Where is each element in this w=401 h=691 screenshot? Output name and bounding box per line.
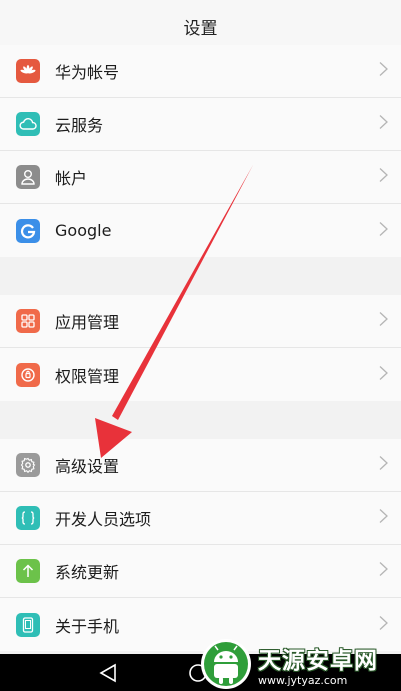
settings-item-app-management[interactable]: 应用管理 <box>0 295 401 348</box>
chevron-right-icon <box>379 221 388 240</box>
watermark-title: 天源安卓网 <box>258 647 378 674</box>
cloud-icon <box>16 112 40 136</box>
page-title: 设置 <box>183 18 218 39</box>
braces-icon <box>16 506 40 530</box>
phone-icon <box>16 612 40 637</box>
chevron-right-icon <box>379 615 388 634</box>
chevron-right-icon <box>379 562 388 581</box>
settings-item-label: 权限管理 <box>55 366 120 386</box>
settings-item-accounts[interactable]: 帐户 <box>0 151 401 204</box>
back-button[interactable] <box>98 663 118 687</box>
settings-item-label: 应用管理 <box>55 313 120 332</box>
settings-item-label: 开发人员选项 <box>55 510 152 529</box>
chevron-right-icon <box>379 456 388 475</box>
permission-icon <box>16 362 40 387</box>
app-management-group: 应用管理 权限管理 <box>0 295 401 401</box>
settings-item-label: 关于手机 <box>55 616 120 636</box>
settings-item-cloud-service[interactable]: 云服务 <box>0 98 401 151</box>
settings-item-google[interactable]: Google <box>0 204 401 257</box>
settings-item-label: 云服务 <box>55 116 104 135</box>
chevron-right-icon <box>379 509 388 528</box>
chevron-right-icon <box>379 115 388 134</box>
huawei-icon <box>16 59 40 83</box>
settings-item-huawei-account[interactable]: 华为帐号 <box>0 45 401 98</box>
settings-item-advanced-settings[interactable]: 高级设置 <box>0 439 401 492</box>
google-icon <box>16 218 40 243</box>
account-settings-group: 华为帐号 云服务 帐户 Google <box>0 45 401 257</box>
apps-grid-icon <box>16 309 40 333</box>
chevron-right-icon <box>379 168 388 187</box>
watermark: 天源安卓网 www.jytyaz.com <box>200 636 401 691</box>
settings-item-label: 高级设置 <box>55 457 120 476</box>
android-robot-logo <box>201 638 251 689</box>
update-arrow-icon <box>16 559 40 583</box>
user-icon <box>16 165 40 189</box>
back-triangle-icon <box>99 663 116 683</box>
settings-item-label: Google <box>55 221 112 240</box>
chevron-right-icon <box>379 62 388 81</box>
settings-item-label: 帐户 <box>55 169 88 188</box>
system-settings-group: 高级设置 开发人员选项 系统更新 关于手机 <box>0 439 401 651</box>
settings-item-permission-management[interactable]: 权限管理 <box>0 348 401 401</box>
chevron-right-icon <box>379 312 388 331</box>
settings-item-label: 系统更新 <box>55 563 120 582</box>
settings-item-system-update[interactable]: 系统更新 <box>0 545 401 598</box>
settings-item-label: 华为帐号 <box>55 63 120 82</box>
watermark-url: www.jytyaz.com <box>258 673 348 687</box>
chevron-right-icon <box>379 365 388 384</box>
settings-item-developer-options[interactable]: 开发人员选项 <box>0 492 401 545</box>
gear-icon <box>16 453 40 477</box>
